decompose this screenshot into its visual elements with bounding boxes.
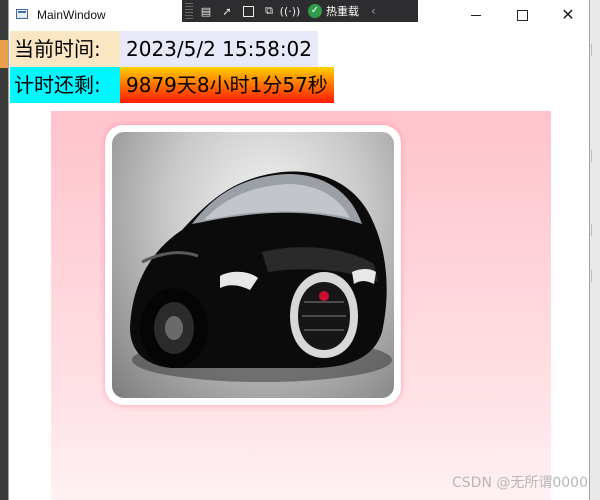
display-layout-adorners-icon[interactable] (240, 3, 256, 19)
hot-reload-label[interactable]: 热重载 (326, 3, 359, 19)
desktop-right-strip (590, 0, 600, 500)
live-visual-tree-icon[interactable]: ▤ (198, 3, 214, 19)
remaining-time-label: 计时还剩: (10, 67, 120, 103)
current-time-label: 当前时间: (10, 31, 120, 67)
desktop-tick (591, 44, 598, 56)
remaining-time-row: 计时还剩: 9879天8小时1分57秒 (10, 67, 334, 103)
collapse-toolbar-icon[interactable]: ‹ (371, 4, 376, 18)
maximize-icon (516, 9, 528, 21)
desktop-tick (591, 150, 598, 162)
app-window-icon (16, 9, 28, 19)
hot-reload-ok-icon: ✓ (308, 4, 322, 18)
desktop-accent (0, 40, 8, 68)
desktop-tick (591, 224, 598, 236)
minimize-button[interactable] (453, 0, 499, 30)
main-window: MainWindow ✕ 当前时间: 2023/5/2 15:58:02 计时还… (8, 0, 590, 500)
debug-toolbar: ▤ ➚ ⧉ ((·)) ✓ 热重载 ‹ (182, 0, 418, 22)
close-icon: ✕ (561, 5, 575, 24)
track-focus-icon[interactable]: ⧉ (261, 3, 277, 19)
close-button[interactable]: ✕ (545, 0, 591, 30)
current-time-row: 当前时间: 2023/5/2 15:58:02 (10, 31, 319, 67)
image-panel (51, 111, 551, 500)
watermark: CSDN @无所谓0000 (452, 475, 588, 491)
car-illustration (130, 171, 392, 382)
minimize-icon (471, 14, 481, 16)
desktop-left-strip (0, 0, 8, 500)
car-photo (112, 132, 394, 398)
remaining-time-value: 9879天8小时1分57秒 (120, 67, 334, 103)
toolbar-grip-icon[interactable] (185, 3, 193, 19)
window-title: MainWindow (37, 8, 106, 22)
select-element-icon[interactable]: ➚ (219, 3, 235, 19)
desktop-tick (591, 270, 598, 282)
photo-frame (105, 125, 401, 405)
binding-failures-icon[interactable]: ((·)) (280, 3, 301, 19)
maximize-button[interactable] (499, 0, 545, 30)
current-time-value: 2023/5/2 15:58:02 (120, 31, 319, 67)
